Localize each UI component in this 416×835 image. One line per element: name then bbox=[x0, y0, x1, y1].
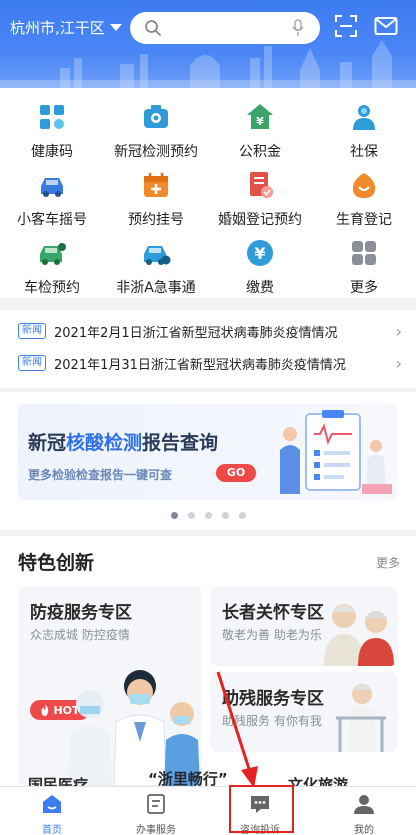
calendar-icon bbox=[139, 168, 173, 202]
app-header: 杭州市,江干区 bbox=[0, 0, 416, 88]
chevron-right-icon: › bbox=[395, 321, 402, 341]
car-icon bbox=[35, 168, 69, 202]
card-title: 长者关怀专区 bbox=[222, 603, 324, 623]
card-subtitle: 众志成城 防控疫情 bbox=[30, 628, 130, 642]
featured-section: 特色创新 更多 防疫服务专区 众志成城 防控疫情 HOT 长者关怀专区 敬老为善… bbox=[0, 536, 416, 794]
banner-title: 新冠核酸检测报告查询 bbox=[28, 432, 219, 454]
service-label: 更多 bbox=[350, 280, 378, 296]
tab-label: 首页 bbox=[42, 825, 62, 835]
service-car-inspection[interactable]: 车检预约 bbox=[0, 236, 104, 297]
tab-services[interactable]: 办事服务 bbox=[104, 787, 208, 835]
tab-label: 我的 bbox=[354, 825, 374, 835]
document-icon bbox=[147, 794, 165, 814]
car-inspection-icon bbox=[35, 236, 69, 270]
marriage-icon bbox=[243, 168, 277, 202]
search-icon bbox=[145, 20, 161, 36]
news-ticker: 新闻 2021年2月1日浙江省新型冠状病毒肺炎疫情情况 › 新闻 2021年1月… bbox=[0, 310, 416, 388]
medical-staff-illustration bbox=[68, 670, 200, 786]
mail-icon[interactable] bbox=[374, 16, 398, 36]
service-label: 预约挂号 bbox=[128, 212, 184, 228]
carousel-indicator[interactable] bbox=[0, 512, 416, 519]
card-title: 防疫服务专区 bbox=[30, 603, 132, 623]
services-grid: 健康码 新冠检测预约 ¥ 公积金 社保 小客车摇号 预约挂号 婚姻登记预约 生育… bbox=[0, 88, 416, 298]
tab-profile[interactable]: 我的 bbox=[312, 787, 416, 835]
elderly-couple-illustration bbox=[324, 604, 394, 666]
news-tag: 新闻 bbox=[18, 323, 46, 339]
news-title: 2021年2月1日浙江省新型冠状病毒肺炎疫情情况 bbox=[54, 325, 338, 341]
city-label: 杭州市,江干区 bbox=[10, 19, 105, 37]
home-icon bbox=[43, 795, 61, 813]
annotation-highlight-box bbox=[229, 785, 294, 833]
carousel-dot[interactable] bbox=[221, 512, 229, 519]
go-button[interactable]: GO bbox=[216, 464, 256, 482]
card-disability-service[interactable]: 助残服务专区 助残服务 有你有我 bbox=[210, 672, 398, 752]
carousel-dot[interactable] bbox=[187, 512, 195, 519]
carousel-dot[interactable] bbox=[170, 512, 178, 519]
health-code-icon bbox=[35, 100, 69, 134]
flame-icon bbox=[41, 704, 49, 716]
svg-text:¥: ¥ bbox=[256, 115, 264, 128]
service-label: 小客车摇号 bbox=[17, 212, 87, 228]
tab-label: 办事服务 bbox=[136, 825, 176, 835]
service-label: 车检预约 bbox=[24, 280, 80, 296]
news-item[interactable]: 新闻 2021年2月1日浙江省新型冠状病毒肺炎疫情情况 › bbox=[18, 319, 402, 343]
microphone-icon[interactable] bbox=[292, 19, 304, 37]
card-elderly-care[interactable]: 长者关怀专区 敬老为善 助老为乐 bbox=[210, 586, 398, 666]
service-social-security[interactable]: 社保 bbox=[312, 100, 416, 161]
card-subtitle: 助残服务 有你有我 bbox=[222, 714, 322, 728]
service-covid-test[interactable]: 新冠检测预约 bbox=[104, 100, 208, 161]
service-marriage[interactable]: 婚姻登记预约 bbox=[208, 168, 312, 229]
car-plate-icon bbox=[139, 236, 173, 270]
service-label: 缴费 bbox=[246, 280, 274, 296]
service-payment[interactable]: ¥ 缴费 bbox=[208, 236, 312, 297]
service-housing-fund[interactable]: ¥ 公积金 bbox=[208, 100, 312, 161]
search-bar[interactable] bbox=[130, 12, 320, 44]
service-label: 生育登记 bbox=[336, 212, 392, 228]
service-label: 社保 bbox=[350, 144, 378, 160]
social-security-icon bbox=[347, 100, 381, 134]
birth-icon bbox=[347, 168, 381, 202]
chevron-right-icon: › bbox=[395, 353, 402, 373]
service-car-lottery[interactable]: 小客车摇号 bbox=[0, 168, 104, 229]
profile-icon bbox=[354, 795, 374, 814]
covid-report-banner[interactable]: 新冠核酸检测报告查询 更多检验检查报告一键可查 GO bbox=[18, 404, 398, 500]
service-label: 非浙A急事通 bbox=[116, 280, 196, 296]
test-kit-icon bbox=[139, 100, 173, 134]
svg-text:¥: ¥ bbox=[254, 244, 265, 263]
service-label: 婚姻登记预约 bbox=[218, 212, 302, 228]
payment-icon: ¥ bbox=[243, 236, 277, 270]
service-more[interactable]: 更多 bbox=[312, 236, 416, 297]
banner-subtitle: 更多检验检查报告一键可查 bbox=[28, 468, 173, 482]
report-illustration bbox=[280, 410, 392, 494]
carousel-dot[interactable] bbox=[238, 512, 246, 519]
more-link[interactable]: 更多 bbox=[376, 554, 400, 571]
news-item[interactable]: 新闻 2021年1月31日浙江省新型冠状病毒肺炎疫情情况 › bbox=[18, 351, 402, 375]
service-health-code[interactable]: 健康码 bbox=[0, 100, 104, 161]
section-title: 特色创新 bbox=[18, 552, 95, 574]
elderly-walker-illustration bbox=[336, 684, 386, 752]
carousel-dot[interactable] bbox=[204, 512, 212, 519]
city-selector[interactable]: 杭州市,江干区 bbox=[10, 17, 122, 38]
tab-home[interactable]: 首页 bbox=[0, 787, 104, 835]
service-non-zhejiang-a[interactable]: 非浙A急事通 bbox=[104, 236, 208, 297]
service-label: 公积金 bbox=[239, 144, 281, 160]
service-appointment[interactable]: 预约挂号 bbox=[104, 168, 208, 229]
service-label: 健康码 bbox=[31, 144, 73, 160]
bottom-tab-bar: 首页 办事服务 咨询投诉 我的 bbox=[0, 786, 416, 835]
news-tag: 新闻 bbox=[18, 355, 46, 371]
card-title: 助残服务专区 bbox=[222, 689, 324, 709]
housing-fund-icon: ¥ bbox=[243, 100, 277, 134]
news-title: 2021年1月31日浙江省新型冠状病毒肺炎疫情情况 bbox=[54, 357, 346, 373]
more-grid-icon bbox=[347, 236, 381, 270]
service-label: 新冠检测预约 bbox=[114, 144, 198, 160]
chevron-down-icon bbox=[109, 24, 122, 31]
card-epidemic-service[interactable]: 防疫服务专区 众志成城 防控疫情 HOT bbox=[18, 586, 202, 786]
banner-section: 新冠核酸检测报告查询 更多检验检查报告一键可查 GO bbox=[0, 392, 416, 530]
service-birth-registration[interactable]: 生育登记 bbox=[312, 168, 416, 229]
scan-icon[interactable] bbox=[335, 15, 357, 37]
card-subtitle: 敬老为善 助老为乐 bbox=[222, 628, 322, 642]
